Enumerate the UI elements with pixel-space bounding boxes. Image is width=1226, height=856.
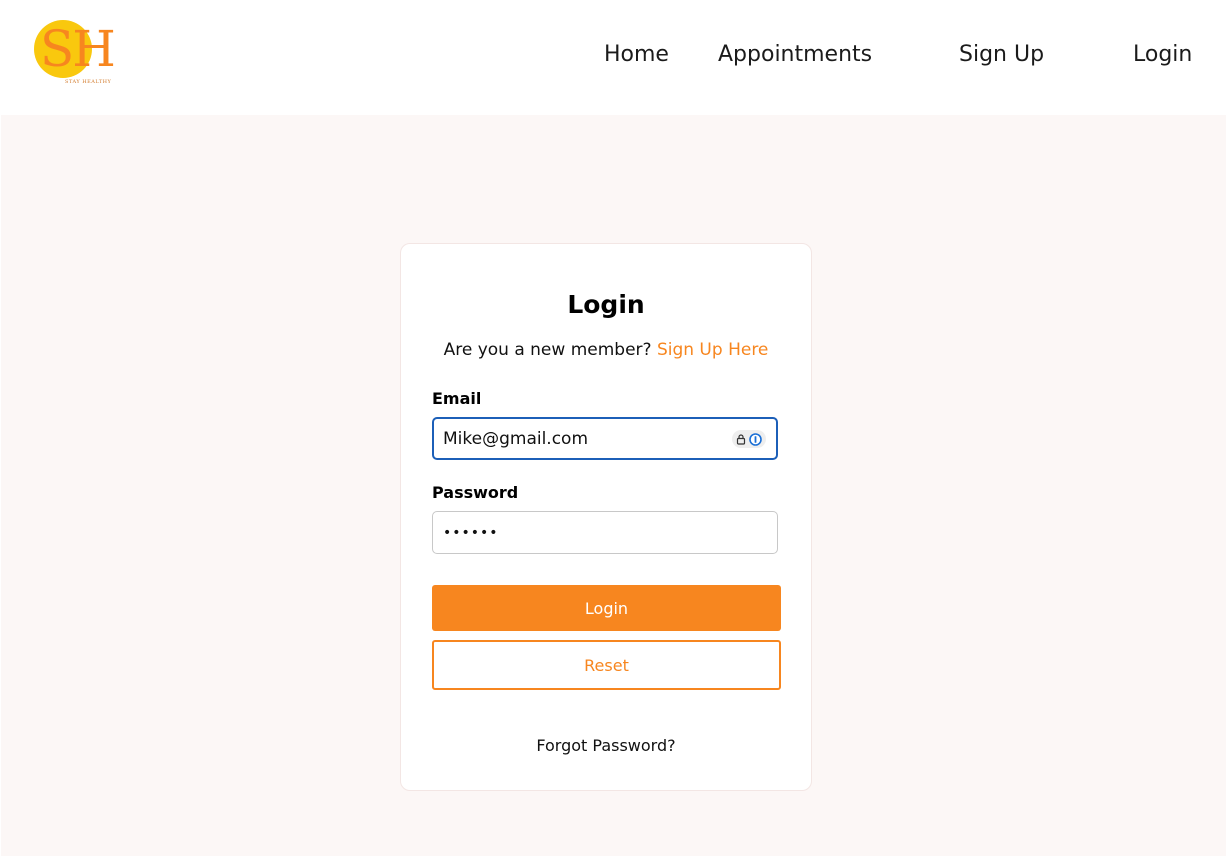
- password-field[interactable]: ••••••: [432, 511, 778, 554]
- nav-sign-up[interactable]: Sign Up: [959, 40, 1044, 70]
- logo-tagline: STAY HEALTHY: [65, 79, 112, 85]
- nav-login[interactable]: Login: [1133, 40, 1192, 70]
- logo-letters: SH: [40, 20, 116, 78]
- forgot-password-link[interactable]: Forgot Password?: [401, 735, 811, 757]
- email-value: Mike@gmail.com: [443, 428, 589, 449]
- email-field[interactable]: Mike@gmail.com: [432, 417, 778, 460]
- password-manager-icon: [749, 432, 762, 446]
- signup-prompt-text: Are you a new member?: [443, 340, 652, 360]
- nav-appointments[interactable]: Appointments: [718, 40, 872, 70]
- site-header: SH STAY HEALTHY Home Appointments Sign U…: [0, 0, 1226, 115]
- signup-prompt: Are you a new member? Sign Up Here: [401, 338, 811, 362]
- login-title: Login: [567, 290, 645, 319]
- password-label: Password: [432, 483, 519, 502]
- login-button[interactable]: Login: [432, 585, 781, 631]
- login-card: Login Are you a new member? Sign Up Here…: [400, 243, 812, 791]
- logo[interactable]: SH STAY HEALTHY: [34, 18, 124, 88]
- nav-home[interactable]: Home: [604, 40, 669, 70]
- reset-button[interactable]: Reset: [432, 640, 781, 690]
- password-manager-badge[interactable]: [732, 430, 766, 448]
- sign-up-here-link[interactable]: Sign Up Here: [657, 340, 768, 360]
- lock-icon: [736, 433, 746, 445]
- email-label: Email: [432, 389, 482, 408]
- password-value: ••••••: [443, 524, 499, 541]
